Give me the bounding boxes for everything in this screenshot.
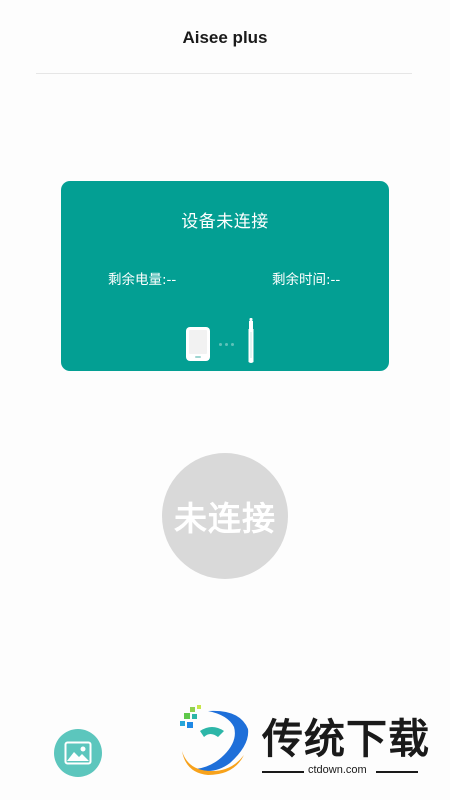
watermark-rule-left	[262, 771, 304, 773]
app-header: Aisee plus	[0, 0, 450, 74]
watermark-rule-right	[376, 771, 418, 773]
gallery-icon	[64, 741, 92, 765]
page-title: Aisee plus	[182, 28, 268, 47]
device-status-card: 设备未连接 剩余电量:-- 剩余时间:--	[61, 181, 389, 371]
watermark-logo-icon	[180, 705, 249, 775]
remaining-time-label: 剩余时间:--	[272, 272, 341, 288]
header-divider	[36, 73, 412, 74]
connecting-dots-icon	[219, 343, 234, 346]
watermark-brand-text: 传统下载	[262, 715, 430, 763]
remaining-battery-label: 剩余电量:--	[108, 272, 177, 288]
watermark: 传统下载 ctdown.com	[178, 703, 429, 783]
gallery-button[interactable]	[54, 729, 102, 777]
otoscope-pen-icon	[248, 318, 254, 363]
phone-icon	[186, 327, 210, 361]
connect-button[interactable]: 未连接	[162, 453, 288, 579]
device-connection-status: 设备未连接	[181, 212, 269, 232]
connect-button-label: 未连接	[174, 499, 276, 538]
watermark-url: ctdown.com	[308, 764, 367, 776]
